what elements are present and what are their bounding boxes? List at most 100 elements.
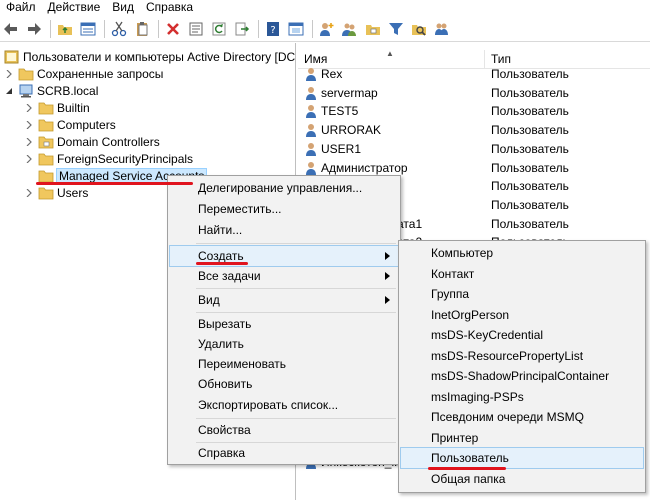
list-item[interactable]: URRORAK Пользователь [298,121,650,139]
toolbar: ? [0,16,650,42]
chevron-right-icon[interactable] [24,188,34,198]
chevron-down-icon[interactable] [4,86,14,96]
new-group-icon[interactable] [341,20,359,38]
menu-action[interactable]: Действие [42,0,107,16]
submenu-item[interactable]: Контакт [401,264,643,284]
submenu-item[interactable]: msDS-ShadowPrincipalContainer [401,366,643,386]
menu-item-label: Все задачи [198,269,261,283]
submenu-arrow-icon [385,296,390,304]
menu-view[interactable]: Вид [106,0,140,16]
tree-item-saved-queries[interactable]: Сохраненные запросы [4,65,163,82]
new-ou-icon[interactable] [364,20,382,38]
list-item-label: USER1 [321,141,362,156]
user-icon [304,86,318,100]
menu-item-all-tasks[interactable]: Все задачи [170,266,398,286]
menu-file[interactable]: Файл [0,0,42,16]
tree-item-label: Domain Controllers [57,134,160,149]
toolbar-separator [158,19,159,38]
svg-text:?: ? [270,25,275,36]
list-item-type: Пользователь [491,141,569,156]
submenu-item[interactable]: msImaging-PSPs [401,387,643,407]
menu-item-find[interactable]: Найти... [170,220,398,240]
list-item-name: servermap [298,86,491,100]
list-item[interactable]: Rex Пользователь [298,65,650,83]
tree-item-domain[interactable]: SCRB.local [4,82,98,99]
menu-item-delete[interactable]: Удалить [170,334,398,354]
submenu-item[interactable]: Псевдоним очереди MSMQ [401,407,643,427]
tree-item-builtin[interactable]: Builtin [24,99,90,116]
menu-item-cut[interactable]: Вырезать [170,314,398,334]
chevron-right-icon[interactable] [24,103,34,113]
export-icon[interactable] [233,20,251,38]
submenu-item[interactable]: InetOrgPerson [401,305,643,325]
tree-item-label: ForeignSecurityPrincipals [57,151,194,166]
menu-separator [196,312,396,313]
find-icon[interactable] [410,20,428,38]
submenu-item[interactable]: Общая папка [401,469,643,489]
details-view-icon[interactable] [79,20,97,38]
toolbar-separator [104,19,105,38]
snapin-help-icon[interactable] [287,20,305,38]
submenu-item[interactable]: Группа [401,284,643,304]
menu-item-refresh[interactable]: Обновить [170,374,398,394]
new-user-icon[interactable] [318,20,336,38]
toolbar-separator [258,19,259,38]
chevron-right-icon[interactable] [4,69,14,79]
list-item-name: Rex [298,67,491,81]
tree-item-label: Builtin [57,100,90,115]
column-header-label: Имя [304,52,328,66]
delete-icon[interactable] [164,20,182,38]
list-item-name: Администратор [298,161,491,175]
list-item[interactable]: Администратор Пользователь [298,159,650,177]
back-arrow-icon[interactable] [2,20,20,38]
properties-icon[interactable] [187,20,205,38]
menu-item-properties[interactable]: Свойства [170,420,398,440]
list-item[interactable]: USER1 Пользователь [298,140,650,158]
menu-separator [196,288,396,289]
tree-item-label: Сохраненные запросы [37,66,164,81]
tree-root[interactable]: Пользователи и компьютеры Active Directo… [4,48,295,65]
tree-item-computers[interactable]: Computers [24,116,116,133]
list-item-type: Пользователь [491,197,569,212]
tree-item-foreign-security-principals[interactable]: ForeignSecurityPrincipals [24,150,193,167]
toolbar-separator [312,19,313,38]
user-icon [304,104,318,119]
list-item-type: Пользователь [491,123,569,138]
menu-item-delegate[interactable]: Делегирование управления... [170,178,398,198]
forward-arrow-icon[interactable] [25,20,43,38]
refresh-icon[interactable] [210,20,228,38]
tree-item-users[interactable]: Users [24,184,88,201]
paste-icon[interactable] [133,20,151,38]
ou-folder-icon [38,135,54,149]
chevron-right-icon[interactable] [24,137,34,147]
cut-icon[interactable] [110,20,128,38]
menu-item-label: Вид [198,293,220,307]
list-item-name: TEST5 [298,104,491,119]
submenu-arrow-icon [385,252,390,260]
tree-item-domain-controllers[interactable]: Domain Controllers [24,133,160,150]
chevron-right-icon[interactable] [24,154,34,164]
list-item-type: Пользователь [491,179,569,194]
submenu-item[interactable]: Принтер [401,428,643,448]
menu-item-move[interactable]: Переместить... [170,199,398,219]
submenu-item[interactable]: msDS-KeyCredential [401,325,643,345]
menu-item-rename[interactable]: Переименовать [170,354,398,374]
submenu-item[interactable]: msDS-ResourcePropertyList [401,346,643,366]
help-icon[interactable]: ? [264,20,282,38]
submenu-item[interactable]: Компьютер [401,243,643,263]
list-item-name: URRORAK [298,123,491,138]
submenu-item[interactable]: Пользователь [400,447,644,469]
list-item-label: servermap [321,85,378,100]
menu-item-view[interactable]: Вид [170,290,398,310]
menu-item-help[interactable]: Справка [170,443,398,463]
list-item[interactable]: servermap Пользователь [298,84,650,102]
tree-item-label: Users [57,185,89,200]
folder-up-icon[interactable] [56,20,74,38]
filter-icon[interactable] [387,20,405,38]
list-item-label: TEST5 [321,104,359,119]
chevron-right-icon[interactable] [24,120,34,130]
list-item[interactable]: TEST5 Пользователь [298,102,650,120]
menu-item-export[interactable]: Экспортировать список... [170,395,398,415]
menu-help[interactable]: Справка [140,0,199,16]
add-to-group-icon[interactable] [433,20,451,38]
